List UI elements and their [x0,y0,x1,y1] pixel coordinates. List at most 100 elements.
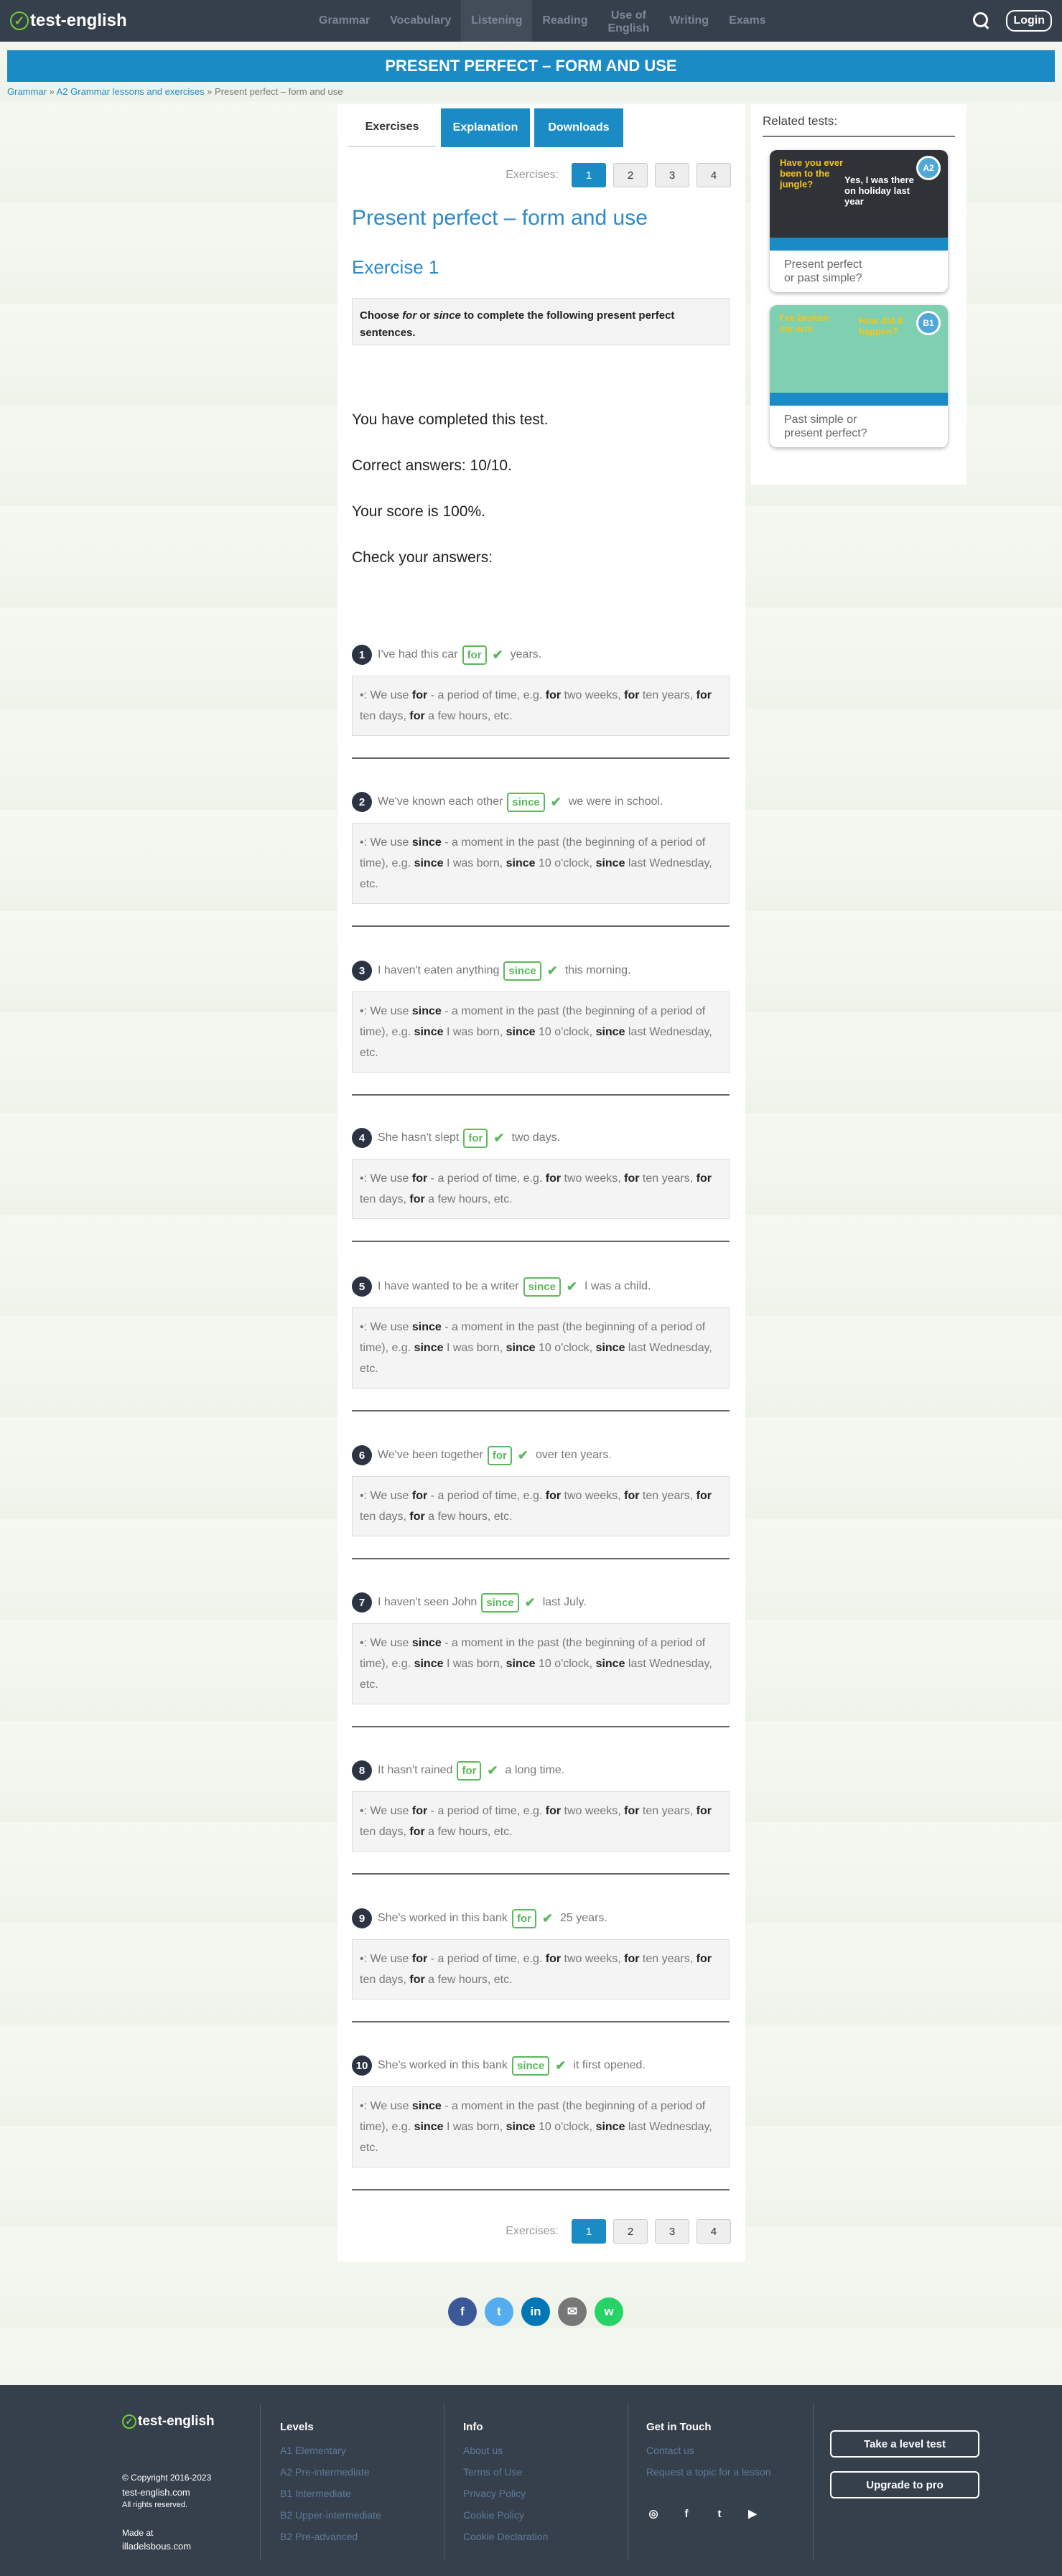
correct-answers: Correct answers: 10/10. [352,457,512,474]
level-badge: B1 [916,311,941,335]
check-icon: ✔ [546,963,558,978]
nav-grammar[interactable]: Grammar [309,0,380,42]
question-number: 3 [352,961,372,981]
question-item: 2 We've known each other since ✔ we were in … [352,790,730,927]
take-level-test-button[interactable]: Take a level test [830,2430,979,2458]
divider [352,1094,730,1096]
answer-box: for [511,1908,536,1928]
question-number: 6 [352,1445,372,1465]
footer-link[interactable]: B1 Intermediate [280,2488,381,2499]
related-label: Past simple or present perfect? [784,414,867,439]
breadcrumb-a2[interactable]: A2 Grammar lessons and exercises [57,86,205,97]
nav-listening[interactable]: Listening [461,0,533,42]
whatsapp-icon[interactable]: w [595,2297,623,2326]
nav-vocabulary[interactable]: Vocabulary [380,0,461,42]
footer-link[interactable]: About us [463,2445,548,2456]
question-text-before: It hasn't rained [378,1764,453,1776]
related-card[interactable]: Have you ever been to the jungle? Yes, I… [770,150,948,292]
nav-writing[interactable]: Writing [659,0,719,42]
question-number: 2 [352,792,372,812]
footer-link[interactable]: Cookie Declaration [463,2531,548,2542]
check-icon: ✔ [493,1130,505,1145]
twitter-icon[interactable]: t [712,2506,727,2521]
question-item: 7 I haven't seen John since ✔ last July. •: W… [352,1590,730,1727]
footer-logo[interactable]: ✓ test-english [122,2414,215,2430]
page-button[interactable]: 3 [655,163,689,187]
answer-box: for [463,1128,488,1148]
breadcrumb-current: Present perfect – form and use [215,86,343,97]
answer-explanation: •: We use since - a moment in the past (… [352,823,730,904]
search-icon[interactable] [970,10,992,32]
page-title: PRESENT PERFECT – FORM AND USE [7,50,1055,82]
page-button[interactable]: 4 [697,2219,731,2244]
page-button[interactable]: 4 [697,163,731,187]
instagram-icon[interactable]: ◎ [646,2506,661,2521]
youtube-icon[interactable]: ▶ [745,2506,760,2521]
nav-reading[interactable]: Reading [532,0,597,42]
nav-use-of-english[interactable]: Use of English [597,0,659,42]
divider [352,2021,730,2022]
question-item: 9 She's worked in this bank for ✔ 25 years. •… [352,1906,730,2022]
answer-box: since [511,2055,550,2076]
twitter-icon[interactable]: t [485,2297,513,2326]
explanation-icon: •: [360,1490,368,1502]
facebook-icon[interactable]: f [448,2297,477,2326]
social-share: f t in ✉ w [448,2297,631,2326]
explanation-icon: •: [360,1321,368,1333]
nav-exams[interactable]: Exams [719,0,776,42]
maker-link[interactable]: illadelsbous.com [122,2541,215,2552]
question-text-before: I haven't seen John [378,1596,478,1608]
question-number: 10 [352,2055,372,2076]
footer-link[interactable]: B2 Upper-intermediate [280,2509,381,2521]
question-text-before: She hasn't slept [378,1131,460,1144]
related-title: Related tests: [763,114,955,137]
exercise-title: Exercise 1 [352,256,439,278]
answer-explanation: •: We use since - a moment in the past (… [352,2086,730,2167]
question-text-before: We've been together [378,1449,483,1461]
question-item: 6 We've been together for ✔ over ten years. •… [352,1443,730,1559]
page-button[interactable]: 2 [613,2219,648,2244]
explanation-icon: •: [360,1805,368,1817]
answer-box: since [503,961,541,981]
completed-text: You have completed this test. [352,411,549,428]
site-logo[interactable]: ✓ test-english [10,11,127,31]
question-item: 3 I haven't eaten anything since ✔ this morn… [352,958,730,1096]
related-card[interactable]: I've broken my arm How did it happen? B1… [770,305,948,447]
facebook-icon[interactable]: f [679,2506,694,2521]
page-button[interactable]: 1 [572,163,606,187]
footer-link[interactable]: B2 Pre-advanced [280,2531,381,2542]
footer: ✓ test-english © Copyright 2016-2023 tes… [0,2385,1062,2576]
page-button[interactable]: 2 [613,163,648,187]
login-button[interactable]: Login [1006,10,1052,32]
answer-box: for [457,1760,482,1781]
footer-link[interactable]: Privacy Policy [463,2488,548,2499]
footer-link[interactable]: Cookie Policy [463,2509,548,2521]
footer-link[interactable]: Contact us [646,2445,778,2456]
email-icon[interactable]: ✉ [558,2297,587,2326]
tab-downloads[interactable]: Downloads [534,108,623,147]
explanation-icon: •: [360,2100,368,2112]
footer-brand: ✓ test-english © Copyright 2016-2023 tes… [122,2414,215,2552]
question-item: 1 I've had this car for ✔ years. •: We use fo… [352,643,730,759]
question-text-before: I haven't eaten anything [378,964,500,976]
check-icon: ✔ [555,2058,567,2073]
question-number: 8 [352,1760,372,1781]
question-text-before: She's worked in this bank [378,2059,508,2071]
footer-contact: Get in Touch Contact us Request a topic … [646,2414,778,2521]
check-logo-icon: ✓ [10,11,29,30]
divider [352,2189,730,2190]
question-number: 5 [352,1277,372,1297]
footer-link[interactable]: A2 Pre-intermediate [280,2466,381,2478]
related-image: I've broken my arm How did it happen? B1 [770,305,948,406]
footer-link[interactable]: A1 Elementary [280,2445,381,2456]
page-button[interactable]: 3 [655,2219,689,2244]
footer-link[interactable]: Terms of Use [463,2466,548,2478]
footer-link[interactable]: Request a topic for a lesson [646,2466,778,2478]
related-image: Have you ever been to the jungle? Yes, I… [770,150,948,251]
breadcrumb-grammar[interactable]: Grammar [7,86,47,97]
tab-explanation[interactable]: Explanation [441,108,530,147]
tab-exercises[interactable]: Exercises [348,108,437,147]
upgrade-to-pro-button[interactable]: Upgrade to pro [830,2471,979,2498]
linkedin-icon[interactable]: in [521,2297,550,2326]
page-button[interactable]: 1 [572,2219,606,2244]
